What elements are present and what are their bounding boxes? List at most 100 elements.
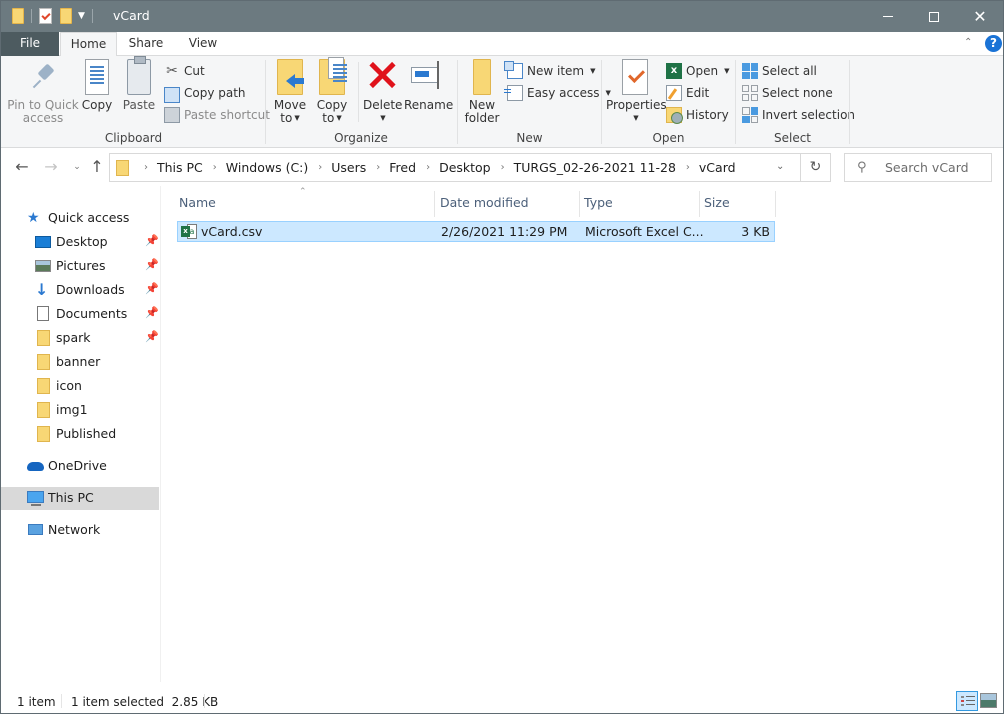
breadcrumb-chevron-icon[interactable]: › <box>376 162 380 173</box>
column-divider[interactable] <box>699 191 700 217</box>
collapse-ribbon-chevron-up-icon[interactable]: ⌃ <box>964 37 972 48</box>
breadcrumb-vcard[interactable]: vCard <box>699 160 736 175</box>
new-folder-qat-icon[interactable] <box>60 8 72 24</box>
sidebar-item-documents[interactable]: Documents 📌 <box>1 303 159 325</box>
sidebar-item-spark[interactable]: spark 📌 <box>1 327 159 349</box>
select-all-button[interactable]: Select all <box>742 61 817 81</box>
breadcrumb-turgs-folder[interactable]: TURGS_02-26-2021 11-28 <box>514 160 676 175</box>
cut-button[interactable]: ✂ Cut <box>164 61 205 81</box>
breadcrumb-chevron-icon[interactable]: › <box>144 162 148 173</box>
address-bar[interactable]: › This PC › Windows (C:) › Users › Fred … <box>109 153 801 182</box>
breadcrumb-users[interactable]: Users <box>331 160 366 175</box>
column-header-type[interactable]: Type <box>584 191 700 217</box>
navigation-bar: ← → ⌄ ↑ › This PC › Windows (C:) › Users… <box>1 149 1003 185</box>
new-folder-button[interactable]: New folder <box>462 59 502 125</box>
paste-button[interactable]: Paste <box>121 56 157 112</box>
breadcrumb-chevron-icon[interactable]: › <box>426 162 430 173</box>
maximize-button[interactable] <box>911 1 957 32</box>
breadcrumb-fred[interactable]: Fred <box>389 160 416 175</box>
tab-share[interactable]: Share <box>122 32 170 56</box>
tab-view[interactable]: View <box>179 32 227 56</box>
sidebar-item-pictures[interactable]: Pictures 📌 <box>1 255 159 277</box>
recent-locations-chevron-down-icon[interactable]: ⌄ <box>67 157 87 177</box>
tab-file[interactable]: File <box>1 32 59 56</box>
sidebar-item-this-pc[interactable]: This PC <box>1 487 159 510</box>
forward-arrow-icon[interactable]: → <box>41 157 61 177</box>
paste-shortcut-button[interactable]: Paste shortcut <box>164 105 270 125</box>
column-divider[interactable] <box>434 191 435 217</box>
breadcrumb-chevron-icon[interactable]: › <box>501 162 505 173</box>
minimize-button[interactable] <box>865 1 911 32</box>
column-header-size[interactable]: Size <box>704 191 776 217</box>
open-button[interactable]: x Open ▼ <box>666 61 729 81</box>
paste-label: Paste <box>122 98 156 112</box>
column-divider[interactable] <box>775 191 776 217</box>
copy-path-icon <box>164 86 180 103</box>
easy-access-button[interactable]: Easy access ▼ <box>504 83 611 103</box>
select-none-label: Select none <box>762 86 833 100</box>
breadcrumb-chevron-icon[interactable]: › <box>686 162 690 173</box>
rename-button[interactable]: Rename <box>404 59 453 112</box>
up-arrow-icon[interactable]: ↑ <box>87 157 107 177</box>
search-input[interactable]: ⚲ Search vCard <box>844 153 992 182</box>
table-row[interactable]: ax vCard.csv 2/26/2021 11:29 PM Microsof… <box>177 221 775 242</box>
sidebar-item-network[interactable]: Network <box>1 519 159 541</box>
breadcrumb-windows-c[interactable]: Windows (C:) <box>226 160 308 175</box>
select-all-icon <box>742 63 758 79</box>
sidebar-item-quick-access[interactable]: ★ Quick access <box>1 207 159 229</box>
history-label: History <box>686 108 729 122</box>
copy-to-button[interactable]: Copy to ▼ <box>314 57 350 125</box>
new-item-button[interactable]: New item ▼ <box>504 61 596 81</box>
sidebar-item-label: spark <box>56 330 91 345</box>
large-icons-view-icon[interactable] <box>980 693 997 708</box>
sidebar-item-icon[interactable]: icon <box>1 375 159 397</box>
pin-icon[interactable]: 📌 <box>145 258 159 271</box>
copy-path-button[interactable]: Copy path <box>164 83 246 103</box>
caret-down-icon: ▼ <box>724 67 730 75</box>
refresh-button[interactable]: ↻ <box>801 153 831 182</box>
sidebar-item-label: Pictures <box>56 258 106 273</box>
sidebar-item-label: Quick access <box>48 210 130 225</box>
customize-qat-dropdown-icon[interactable]: ▼ <box>78 11 85 21</box>
history-button[interactable]: History <box>666 105 729 125</box>
title-bar: ▼ vCard ✕ <box>1 1 1003 32</box>
pin-icon[interactable]: 📌 <box>145 330 159 343</box>
properties-qat-icon[interactable] <box>39 8 52 24</box>
breadcrumb-this-pc[interactable]: This PC <box>157 160 203 175</box>
address-history-chevron-down-icon[interactable]: ⌄ <box>776 161 784 172</box>
properties-button[interactable]: Properties ▼ <box>606 59 667 125</box>
folder-icon <box>37 330 50 346</box>
column-divider[interactable] <box>579 191 580 217</box>
pin-icon[interactable]: 📌 <box>145 306 159 319</box>
breadcrumb-chevron-icon[interactable]: › <box>213 162 217 173</box>
back-arrow-icon[interactable]: ← <box>12 157 32 177</box>
invert-selection-button[interactable]: Invert selection <box>742 105 855 125</box>
column-header-date-modified[interactable]: Date modified <box>440 191 580 217</box>
delete-button[interactable]: Delete ▼ <box>363 59 402 125</box>
sidebar-item-downloads[interactable]: ↓ Downloads 📌 <box>1 279 159 301</box>
pin-icon[interactable]: 📌 <box>145 282 159 295</box>
breadcrumb-chevron-icon[interactable]: › <box>318 162 322 173</box>
details-view-icon[interactable] <box>956 691 978 711</box>
column-header-name[interactable]: Name <box>179 191 435 217</box>
sidebar-item-banner[interactable]: banner <box>1 351 159 373</box>
sidebar-item-desktop[interactable]: Desktop 📌 <box>1 231 159 253</box>
copy-button[interactable]: Copy <box>81 59 113 112</box>
tab-home[interactable]: Home <box>60 32 117 57</box>
refresh-icon: ↻ <box>809 159 822 175</box>
sidebar-item-onedrive[interactable]: OneDrive <box>1 455 159 477</box>
sidebar-item-published[interactable]: Published <box>1 423 159 445</box>
close-button[interactable]: ✕ <box>957 1 1003 32</box>
help-icon[interactable]: ? <box>985 35 1002 52</box>
sidebar-item-img1[interactable]: img1 <box>1 399 159 421</box>
pin-icon[interactable]: 📌 <box>145 234 159 247</box>
this-pc-monitor-icon <box>27 491 44 506</box>
move-to-button[interactable]: Move to ▼ <box>272 59 308 125</box>
column-header-label: Name <box>179 195 216 210</box>
edit-button[interactable]: Edit <box>666 83 709 103</box>
breadcrumb-desktop[interactable]: Desktop <box>439 160 491 175</box>
sidebar-item-label: This PC <box>48 490 94 505</box>
status-bar: 1 item 1 item selected 2.85 KB <box>1 689 1003 713</box>
pin-to-quick-access-button[interactable]: Pin to Quick access <box>7 59 79 125</box>
select-none-button[interactable]: Select none <box>742 83 833 103</box>
